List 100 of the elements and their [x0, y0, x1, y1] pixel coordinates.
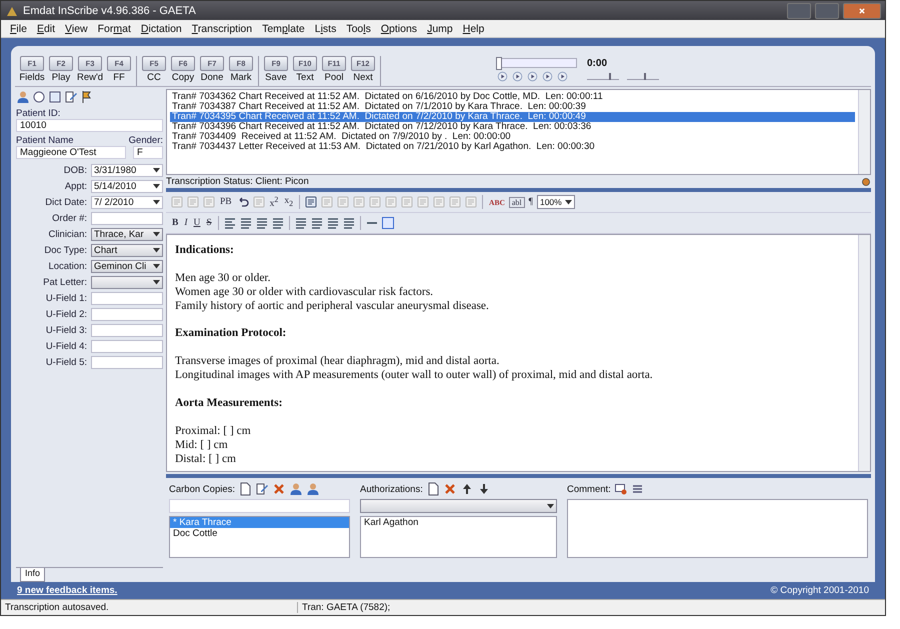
date-field[interactable]: 7/ 2/2010 [91, 196, 163, 209]
format-button[interactable]: x$_{2}$ [282, 196, 296, 208]
menu-item[interactable]: Template [257, 22, 310, 34]
close-icon[interactable] [857, 6, 867, 16]
input-field[interactable] [91, 324, 163, 337]
format-button[interactable]: I [182, 218, 190, 228]
field-label: Doc Type: [43, 245, 87, 256]
text-line: Proximal: [ ] cm [175, 424, 252, 439]
caret-icon[interactable] [547, 504, 554, 508]
page-icon[interactable] [238, 482, 252, 496]
field-label: U-Field 5: [44, 357, 87, 368]
menu-item[interactable]: Lists [310, 22, 342, 34]
person-icon[interactable] [16, 90, 30, 104]
menu-item[interactable]: Options [376, 22, 422, 34]
field-label: Appt: [64, 181, 87, 192]
section-heading: Aorta Measurements: [175, 396, 284, 411]
play-icon[interactable] [527, 71, 538, 82]
field-label: U-Field 3: [44, 325, 87, 336]
menu-item[interactable]: Transcription [186, 22, 258, 34]
input-field[interactable] [91, 292, 163, 305]
caret-icon[interactable] [153, 168, 160, 173]
menu-item[interactable]: Dictation [136, 22, 187, 34]
list-item[interactable]: Tran# 7034362 Chart Received at 11:52 AM. Dictated on 6/16/2010 by Doc Cottle, MD. Len: 00:00:11 [170, 92, 855, 102]
list-item[interactable]: Tran# 7034396 Chart Received at 11:52 AM. Dictated on 7/12/2010 by Kara Thrace. Len: 00:03:36 [170, 122, 855, 132]
edit-page-icon[interactable] [64, 90, 78, 104]
person-icon[interactable] [289, 482, 304, 496]
menu-item[interactable]: View [60, 22, 93, 34]
list-item[interactable]: Karl Agathon [361, 517, 556, 528]
format-button[interactable]: x$^{2}$ [268, 194, 280, 210]
field-label: Location: [47, 261, 87, 272]
menu-item[interactable]: File [5, 22, 32, 34]
scrollbar[interactable] [858, 235, 870, 471]
menu-item[interactable]: Jump [422, 22, 458, 34]
input-field[interactable] [91, 212, 163, 225]
input-field[interactable] [91, 340, 163, 353]
field-label: U-Field 1: [44, 293, 87, 304]
format-button[interactable]: S [204, 218, 214, 228]
slider-thumb[interactable] [496, 57, 502, 70]
caret-icon[interactable] [153, 248, 160, 253]
input-field[interactable] [169, 499, 350, 513]
dropdown[interactable]: Thrace, Kar [91, 228, 163, 241]
copyright-text: © Copyright 2001-2010 [770, 585, 869, 596]
volume-slider[interactable] [587, 73, 619, 80]
toolbar-icon[interactable] [304, 195, 318, 209]
flag-icon[interactable] [80, 90, 94, 104]
caret-icon[interactable] [564, 200, 572, 204]
text-line: Men age 30 or older. [175, 272, 272, 286]
input-field[interactable] [91, 356, 163, 369]
playback-slider[interactable] [497, 58, 577, 68]
scrollbar[interactable] [858, 90, 870, 174]
comment-field[interactable] [567, 499, 868, 558]
menu-item[interactable]: Format [92, 22, 136, 34]
date-field[interactable]: 3/31/1980 [91, 164, 163, 177]
list-item[interactable]: Tran# 7034387 Chart Received at 11:52 AM. Dictated on 7/1/2010 by Kara Thrace. Len: 00:00:39 [170, 102, 855, 112]
caret-icon[interactable] [153, 264, 160, 269]
date-field[interactable]: 5/14/2010 [91, 180, 163, 193]
section-heading: Indications: [175, 244, 235, 258]
text-line: Distal: [ ] cm [175, 452, 237, 466]
justify-icon[interactable] [270, 216, 285, 230]
cross-icon[interactable] [272, 482, 286, 496]
format-button[interactable]: U [192, 218, 202, 228]
list-item[interactable]: Doc Cottle [170, 528, 349, 539]
menu-item[interactable]: Edit [32, 22, 60, 34]
format-button[interactable]: B [170, 218, 180, 228]
align-left-icon[interactable] [222, 216, 237, 230]
text-line: Longitudinal images with AP measurements (outer wall to outer wall) of proximal, mid and distal aorta. [175, 369, 654, 384]
input-field[interactable]: Maggieone O'Test [16, 146, 126, 159]
person-icon[interactable] [306, 482, 320, 496]
page-icon[interactable] [426, 482, 440, 496]
status-text: Transcription Status: Client: Picon [166, 176, 309, 187]
list-item[interactable]: Tran# 7034409 Received at 11:52 AM. Dictated on 7/9/2010 by . Len: 00:00:00 [170, 132, 855, 142]
close-button[interactable] [843, 2, 881, 18]
zoom-dropdown[interactable]: 100% [536, 195, 575, 209]
speed-slider[interactable] [627, 73, 659, 80]
format-button[interactable]: PB [218, 197, 234, 207]
field-label: Clinician: [47, 229, 87, 240]
menu-item[interactable]: Help [458, 22, 490, 34]
input-field[interactable]: 10010 [16, 119, 163, 132]
field-label: U-Field 4: [44, 341, 87, 352]
edit-page-icon[interactable] [255, 482, 270, 496]
format-button[interactable]: ¶ [526, 197, 535, 207]
menu-item[interactable]: Tools [341, 22, 376, 34]
caret-icon[interactable] [153, 280, 160, 285]
list-item[interactable]: * Kara Thrace [170, 517, 349, 528]
tab[interactable]: Info [20, 568, 46, 582]
list-item[interactable]: Tran# 7034437 Letter Received at 11:53 AM. Dictated on 7/21/2010 by Karl Agathon. Len: 00:00:30 [170, 142, 855, 152]
input-field[interactable]: F [133, 146, 163, 159]
dropdown[interactable]: Geminon Cli [91, 260, 163, 273]
dropdown[interactable]: Chart [91, 244, 163, 257]
slider-thumb[interactable] [644, 73, 646, 80]
feedback-link[interactable]: 9 new feedback items. [17, 585, 118, 596]
caret-icon[interactable] [153, 184, 160, 189]
caret-icon[interactable] [153, 232, 160, 237]
format-button[interactable]: abl [508, 196, 525, 208]
comment-icon[interactable] [614, 482, 628, 496]
input-field[interactable] [91, 308, 163, 321]
cross-icon[interactable] [442, 482, 457, 496]
caret-icon[interactable] [153, 200, 160, 205]
list-item[interactable]: Tran# 7034395 Chart Received at 11:52 AM. Dictated on 7/2/2010 by Kara Thrace. Len: 00:00:49 [170, 112, 855, 122]
text-line: Transverse images of proximal (hear diaphragm), mid and distal aorta. [175, 355, 500, 370]
